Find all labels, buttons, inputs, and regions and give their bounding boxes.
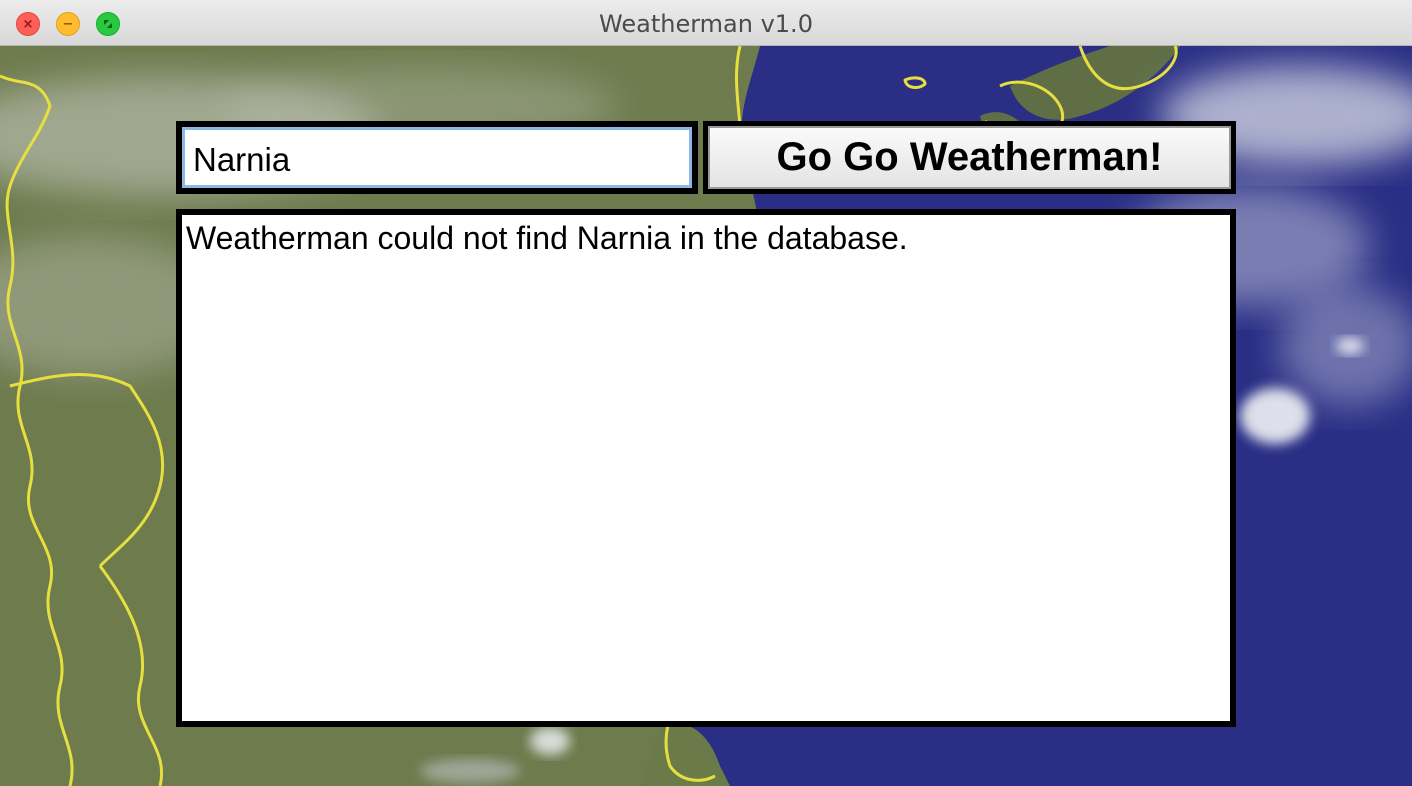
weather-output-area[interactable]: Weatherman could not find Narnia in the … [182, 215, 1230, 721]
output-frame: Weatherman could not find Narnia in the … [176, 209, 1236, 727]
app-window: × − Weatherman v1.0 Narnia Go Go Weather… [0, 0, 1412, 786]
title-bar[interactable]: × − Weatherman v1.0 [0, 0, 1412, 46]
window-title: Weatherman v1.0 [599, 10, 813, 38]
city-search-input[interactable]: Narnia [182, 127, 692, 188]
go-button-frame: Go Go Weatherman! [703, 121, 1236, 194]
output-message: Weatherman could not find Narnia in the … [186, 220, 908, 256]
search-input-frame: Narnia [176, 121, 698, 194]
go-go-weatherman-button[interactable]: Go Go Weatherman! [708, 126, 1231, 189]
